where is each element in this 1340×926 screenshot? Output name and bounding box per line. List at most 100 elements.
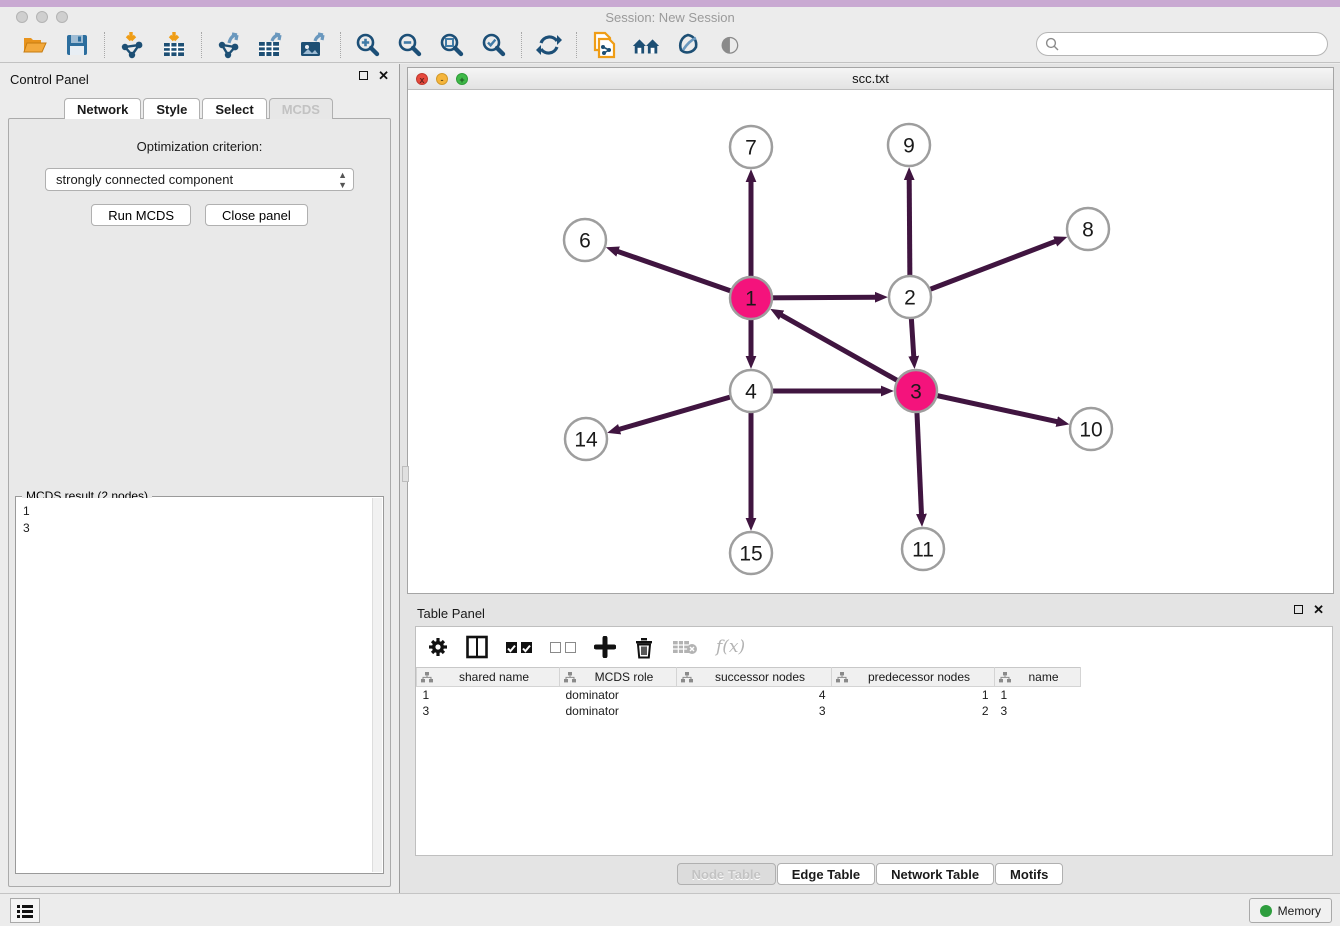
column-view-icon[interactable] (466, 634, 488, 660)
table-browser-tabs: Node Table Edge Table Network Table Moti… (401, 863, 1340, 885)
table-panel: Table Panel ✕ (401, 598, 1340, 893)
graph-edge-3-1[interactable] (781, 315, 916, 391)
node-table-body: 1dominator4113dominator323 (417, 687, 1081, 719)
graph-node-6[interactable] (564, 219, 606, 261)
network-canvas[interactable]: 7968124314101511 (408, 90, 1333, 593)
table-cell[interactable]: 1 (832, 687, 995, 703)
float-panel-icon[interactable] (359, 71, 368, 80)
optimization-criterion-label: Optimization criterion: (9, 139, 390, 154)
vertical-splitter-handle[interactable] (402, 466, 409, 482)
criterion-select[interactable]: strongly connected component ▲▼ (45, 168, 354, 191)
import-table-icon[interactable] (159, 31, 189, 59)
refresh-layout-icon[interactable] (534, 31, 564, 59)
column-type-icon (681, 672, 693, 683)
criterion-value: strongly connected component (56, 172, 233, 187)
import-network-icon[interactable] (117, 31, 147, 59)
tab-node-table[interactable]: Node Table (677, 863, 776, 885)
result-line: 3 (23, 520, 372, 537)
search-input[interactable] (1060, 37, 1310, 51)
column-header[interactable]: successor nodes (677, 668, 832, 687)
open-file-icon[interactable] (20, 31, 50, 59)
tab-mcds[interactable]: MCDS (269, 98, 333, 119)
table-cell[interactable]: dominator (560, 687, 677, 703)
graph-node-8[interactable] (1067, 208, 1109, 250)
style-preview-icon[interactable] (673, 31, 703, 59)
table-cell[interactable]: 1 (417, 687, 560, 703)
zoom-selected-icon[interactable] (479, 31, 509, 59)
table-cell[interactable]: 1 (995, 687, 1081, 703)
export-table-icon[interactable] (256, 31, 286, 59)
tab-network[interactable]: Network (64, 98, 141, 119)
control-panel: Control Panel ✕ Network Style Select MCD… (0, 64, 400, 893)
table-panel-header: Table Panel ✕ (401, 598, 1340, 624)
memory-status-icon (1260, 905, 1272, 917)
table-cell[interactable]: 2 (832, 703, 995, 719)
app-window: Session: New Session (0, 7, 1340, 926)
graph-node-14[interactable] (565, 418, 607, 460)
mcds-result-text[interactable]: 13 (17, 498, 372, 872)
tab-select[interactable]: Select (202, 98, 266, 119)
tab-network-table[interactable]: Network Table (876, 863, 994, 885)
node-table-header-row: shared nameMCDS rolesuccessor nodesprede… (417, 668, 1081, 687)
zoom-fit-icon[interactable] (437, 31, 467, 59)
column-header[interactable]: MCDS role (560, 668, 677, 687)
network-canvas-svg: 7968124314101511 (408, 90, 1333, 593)
run-mcds-button[interactable]: Run MCDS (91, 204, 191, 226)
table-cell[interactable]: 3 (417, 703, 560, 719)
graph-node-11[interactable] (902, 528, 944, 570)
main-toolbar: ◐ (0, 27, 1340, 63)
control-panel-title: Control Panel (10, 72, 89, 87)
column-type-icon (421, 672, 433, 683)
column-header[interactable]: predecessor nodes (832, 668, 995, 687)
zoom-out-icon[interactable] (395, 31, 425, 59)
graph-node-2[interactable] (889, 276, 931, 318)
export-network-icon[interactable] (214, 31, 244, 59)
memory-button[interactable]: Memory (1249, 898, 1332, 923)
graph-node-3[interactable] (895, 370, 937, 412)
column-header[interactable]: name (995, 668, 1081, 687)
clone-network-icon[interactable] (589, 31, 619, 59)
tab-motifs[interactable]: Motifs (995, 863, 1063, 885)
graph-node-7[interactable] (730, 126, 772, 168)
save-session-icon[interactable] (62, 31, 92, 59)
select-stepper-icon: ▲▼ (338, 170, 347, 190)
graph-node-1[interactable] (730, 277, 772, 319)
graph-node-9[interactable] (888, 124, 930, 166)
graph-node-4[interactable] (730, 370, 772, 412)
result-scrollbar[interactable] (372, 498, 382, 872)
table-cell[interactable]: 3 (995, 703, 1081, 719)
tab-edge-table[interactable]: Edge Table (777, 863, 875, 885)
select-all-icon[interactable] (506, 634, 532, 660)
column-header[interactable]: shared name (417, 668, 560, 687)
tab-style[interactable]: Style (143, 98, 200, 119)
search-field[interactable] (1036, 32, 1328, 56)
close-table-panel-icon[interactable]: ✕ (1313, 605, 1324, 614)
table-cell[interactable]: 3 (677, 703, 832, 719)
search-icon (1045, 37, 1060, 52)
table-cell[interactable]: 4 (677, 687, 832, 703)
graph-node-10[interactable] (1070, 408, 1112, 450)
close-panel-icon[interactable]: ✕ (378, 71, 389, 80)
add-column-icon[interactable] (594, 634, 616, 660)
close-panel-button[interactable]: Close panel (205, 204, 308, 226)
table-panel-content: f(x) shared nameMCDS rolesuccessor nodes… (415, 626, 1333, 856)
float-table-panel-icon[interactable] (1294, 605, 1303, 614)
column-type-icon (999, 672, 1011, 683)
status-bar: Memory (0, 893, 1340, 926)
list-icon (16, 903, 34, 919)
network-window-titlebar[interactable]: x - + scc.txt (408, 68, 1333, 90)
table-cell[interactable]: dominator (560, 703, 677, 719)
graph-node-15[interactable] (730, 532, 772, 574)
table-row[interactable]: 3dominator323 (417, 703, 1081, 719)
graph-edge-2-8[interactable] (910, 241, 1056, 297)
zoom-in-icon[interactable] (353, 31, 383, 59)
export-image-icon[interactable] (298, 31, 328, 59)
home-panels-icon[interactable] (631, 31, 661, 59)
unselect-all-icon[interactable] (550, 634, 576, 660)
task-history-button[interactable] (10, 898, 40, 923)
control-panel-tabs: Network Style Select MCDS (0, 98, 399, 119)
gear-icon[interactable] (428, 634, 448, 660)
delete-column-icon[interactable] (634, 634, 654, 660)
table-row[interactable]: 1dominator411 (417, 687, 1081, 703)
search-area (1036, 32, 1328, 56)
